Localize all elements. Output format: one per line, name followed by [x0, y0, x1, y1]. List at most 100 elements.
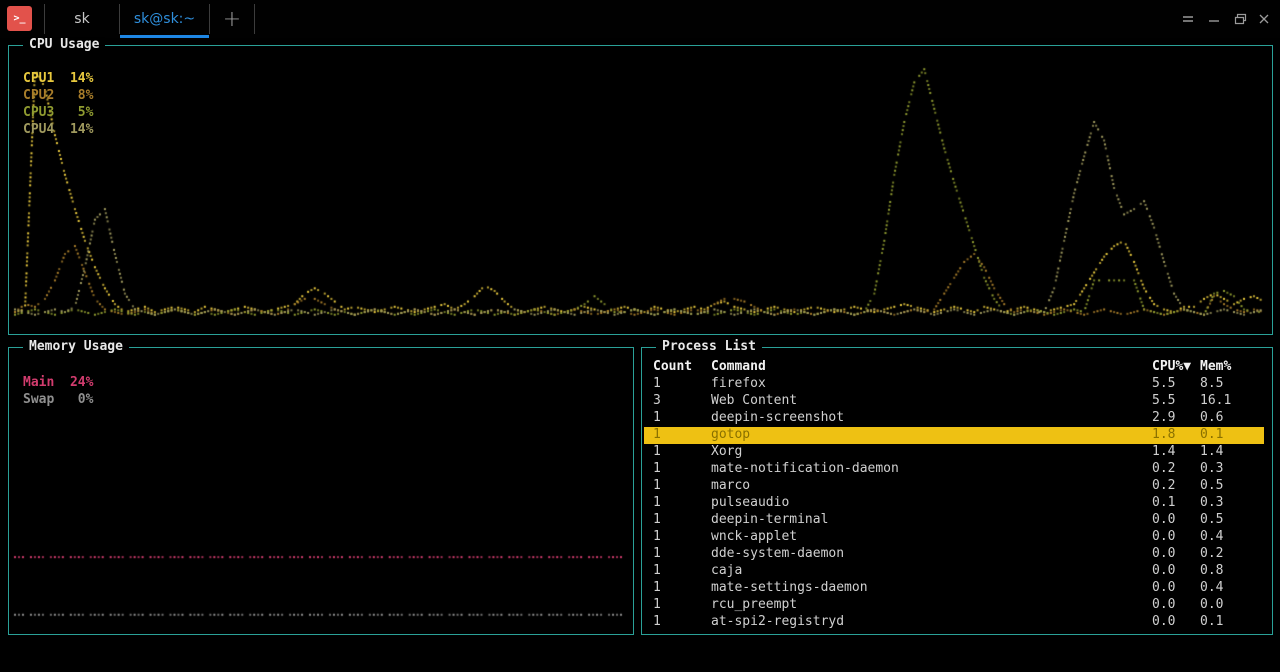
- cpu-usage-panel: CPU Usage CPU114%CPU28%CPU35%CPU414%: [8, 45, 1273, 335]
- process-row[interactable]: 1marco0.20.5: [644, 478, 1264, 495]
- plus-icon: +: [223, 7, 241, 32]
- restore-icon[interactable]: [1232, 11, 1248, 27]
- process-row[interactable]: 1deepin-terminal0.00.5: [644, 512, 1264, 529]
- process-row[interactable]: 1at-spi2-registryd0.00.1: [644, 614, 1264, 631]
- process-mem: 8.5: [1200, 376, 1256, 393]
- process-command: mate-settings-daemon: [711, 580, 1152, 597]
- process-cpu: 0.0: [1152, 529, 1200, 546]
- process-cpu: 0.0: [1152, 563, 1200, 580]
- process-row[interactable]: 3Web Content5.516.1: [644, 393, 1264, 410]
- process-count: 1: [653, 614, 711, 631]
- new-tab-button[interactable]: +: [210, 0, 254, 38]
- legend-series-name: CPU1: [23, 70, 54, 87]
- process-cpu: 0.0: [1152, 614, 1200, 631]
- column-header-cpu[interactable]: CPU%▼: [1152, 359, 1200, 376]
- process-command: caja: [711, 563, 1152, 580]
- process-count: 1: [653, 597, 711, 614]
- process-row[interactable]: 1mate-notification-daemon0.20.3: [644, 461, 1264, 478]
- process-list-panel: Process List CountCommandCPU%▼Mem%1firef…: [641, 347, 1273, 635]
- legend-series-value: 24%: [54, 374, 93, 391]
- process-mem: 0.6: [1200, 410, 1256, 427]
- legend-series-value: 14%: [54, 70, 93, 87]
- process-row[interactable]: 1deepin-screenshot2.90.6: [644, 410, 1264, 427]
- column-header-count[interactable]: Count: [653, 359, 711, 376]
- legend-series-value: 8%: [54, 87, 93, 104]
- process-command: wnck-applet: [711, 529, 1152, 546]
- cpu-legend: CPU114%CPU28%CPU35%CPU414%: [23, 70, 93, 138]
- column-header-command[interactable]: Command: [711, 359, 1152, 376]
- process-row[interactable]: 1Xorg1.41.4: [644, 444, 1264, 461]
- process-mem: 1.4: [1200, 444, 1256, 461]
- process-count: 1: [653, 410, 711, 427]
- process-command: firefox: [711, 376, 1152, 393]
- process-row[interactable]: 1caja0.00.8: [644, 563, 1264, 580]
- process-count: 1: [653, 478, 711, 495]
- legend-series-name: CPU3: [23, 104, 54, 121]
- process-count: 1: [653, 580, 711, 597]
- process-cpu: 2.9: [1152, 410, 1200, 427]
- close-icon[interactable]: [1256, 11, 1272, 27]
- legend-series-value: 5%: [54, 104, 93, 121]
- process-count: 1: [653, 427, 711, 444]
- process-table-header: CountCommandCPU%▼Mem%: [644, 359, 1264, 376]
- process-table: CountCommandCPU%▼Mem%1firefox5.58.53Web …: [644, 359, 1264, 631]
- process-count: 1: [653, 495, 711, 512]
- tab-separator: [254, 4, 255, 34]
- process-mem: 0.5: [1200, 478, 1256, 495]
- column-header-mem[interactable]: Mem%: [1200, 359, 1256, 376]
- terminal-tab-bar: >_ sk sk@sk:~ +: [0, 0, 1280, 38]
- process-mem: 0.5: [1200, 512, 1256, 529]
- process-count: 1: [653, 376, 711, 393]
- process-command: marco: [711, 478, 1152, 495]
- process-command: Web Content: [711, 393, 1152, 410]
- process-command: gotop: [711, 427, 1152, 444]
- process-count: 1: [653, 512, 711, 529]
- memory-usage-panel: Memory Usage Main24%Swap0%: [8, 347, 634, 635]
- legend-row-cpu3: CPU35%: [23, 104, 93, 121]
- legend-row-cpu4: CPU414%: [23, 121, 93, 138]
- legend-series-value: 14%: [54, 121, 93, 138]
- process-cpu: 0.1: [1152, 495, 1200, 512]
- process-command: deepin-terminal: [711, 512, 1152, 529]
- legend-series-name: Swap: [23, 391, 54, 408]
- process-mem: 16.1: [1200, 393, 1256, 410]
- process-command: mate-notification-daemon: [711, 461, 1152, 478]
- process-mem: 0.8: [1200, 563, 1256, 580]
- legend-series-name: Main: [23, 374, 54, 391]
- process-row[interactable]: 1mate-settings-daemon0.00.4: [644, 580, 1264, 597]
- process-command: deepin-screenshot: [711, 410, 1152, 427]
- legend-row-main: Main24%: [23, 374, 93, 391]
- legend-series-name: CPU2: [23, 87, 54, 104]
- process-mem: 0.1: [1200, 614, 1256, 631]
- process-count: 1: [653, 529, 711, 546]
- process-command: at-spi2-registryd: [711, 614, 1152, 631]
- menu-icon[interactable]: [1180, 11, 1196, 27]
- process-cpu: 0.0: [1152, 546, 1200, 563]
- process-mem: 0.0: [1200, 597, 1256, 614]
- process-row[interactable]: 1pulseaudio0.10.3: [644, 495, 1264, 512]
- process-row[interactable]: 1rcu_preempt0.00.0: [644, 597, 1264, 614]
- tab-sk-at-sk[interactable]: sk@sk:~: [120, 0, 209, 38]
- process-mem: 0.4: [1200, 529, 1256, 546]
- legend-row-cpu1: CPU114%: [23, 70, 93, 87]
- process-cpu: 0.2: [1152, 461, 1200, 478]
- process-cpu: 5.5: [1152, 393, 1200, 410]
- process-cpu: 1.8: [1152, 427, 1200, 444]
- legend-series-value: 0%: [54, 391, 93, 408]
- process-row[interactable]: 1firefox5.58.5: [644, 376, 1264, 393]
- process-mem: 0.2: [1200, 546, 1256, 563]
- process-cpu: 0.0: [1152, 597, 1200, 614]
- tab-label: sk: [74, 11, 89, 27]
- process-count: 1: [653, 546, 711, 563]
- legend-series-name: CPU4: [23, 121, 54, 138]
- process-command: rcu_preempt: [711, 597, 1152, 614]
- process-row[interactable]: 1dde-system-daemon0.00.2: [644, 546, 1264, 563]
- minimize-icon[interactable]: [1206, 11, 1222, 27]
- process-row[interactable]: 1wnck-applet0.00.4: [644, 529, 1264, 546]
- process-count: 3: [653, 393, 711, 410]
- process-count: 1: [653, 461, 711, 478]
- process-command: Xorg: [711, 444, 1152, 461]
- process-row-selected[interactable]: 1gotop1.80.1: [644, 427, 1264, 444]
- tab-sk[interactable]: sk: [45, 0, 119, 38]
- process-cpu: 0.0: [1152, 580, 1200, 597]
